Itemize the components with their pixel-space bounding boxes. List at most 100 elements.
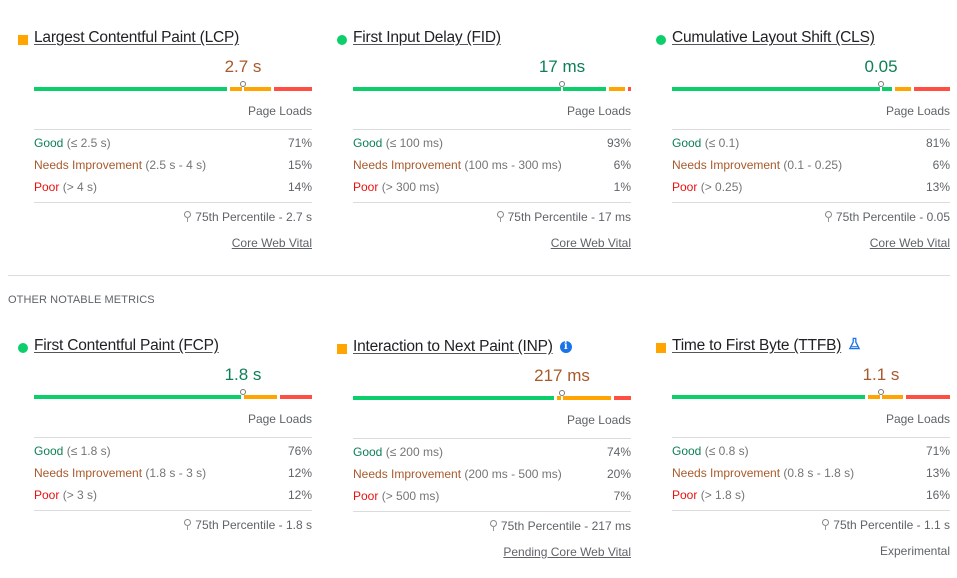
pin-icon	[822, 519, 830, 530]
distribution-row: Poor (> 1.8 s) 16%	[672, 488, 950, 504]
p75-marker-icon	[877, 389, 885, 401]
metric-header: Cumulative Layout Shift (CLS)	[656, 29, 950, 51]
distribution-row: Good (≤ 2.5 s) 71%	[34, 136, 312, 152]
needs-improvement-square-icon	[337, 344, 347, 354]
good-segment	[353, 87, 606, 91]
footer-link[interactable]: Core Web Vital	[232, 236, 312, 250]
distribution-label: Good	[34, 444, 64, 458]
needs-improvement-segment	[895, 87, 911, 91]
metric-value-text: 2.7 s	[224, 57, 262, 76]
metric-value-text: 217 ms	[534, 366, 590, 385]
info-icon[interactable]: i	[559, 340, 572, 353]
metric-title-text[interactable]: First Input Delay (FID)	[353, 29, 501, 46]
divider	[672, 202, 950, 203]
distribution-label: Good	[353, 445, 383, 459]
distribution-label: Poor	[672, 180, 698, 194]
distribution-label: Good	[672, 444, 702, 458]
needs-improvement-segment	[868, 395, 903, 399]
metric-lcp: Largest Contentful Paint (LCP) 2.7 s Page …	[18, 29, 312, 250]
p75-marker-icon	[239, 81, 247, 93]
metric-header: Interaction to Next Paint (INP) i	[337, 338, 631, 360]
distribution-label: Poor	[353, 180, 379, 194]
metric-value-text: 0.05	[864, 57, 898, 76]
metric-title-link[interactable]: First Input Delay (FID)	[353, 29, 501, 47]
p75-text: 75th Percentile - 1.8 s	[195, 518, 312, 532]
distribution-range: (100 ms - 300 ms)	[464, 158, 562, 172]
metric-value: 17 ms	[353, 57, 631, 79]
needs-improvement-segment	[244, 395, 277, 399]
metric-header: Largest Contentful Paint (LCP)	[18, 29, 312, 51]
distribution-percent: 12%	[287, 466, 312, 480]
metric-title-text[interactable]: Cumulative Layout Shift (CLS)	[672, 29, 875, 46]
metric-value-text: 17 ms	[538, 57, 586, 76]
distribution-label: Good	[34, 136, 64, 150]
page-loads-label: Page Loads	[566, 104, 631, 118]
distribution-percent: 81%	[925, 136, 950, 150]
metric-title-link[interactable]: Cumulative Layout Shift (CLS)	[672, 29, 875, 47]
distribution-bar	[672, 81, 950, 93]
p75-label: 75th Percentile - 0.05	[824, 210, 950, 224]
distribution-row: Needs Improvement (200 ms - 500 ms) 20%	[353, 467, 631, 483]
p75-text: 75th Percentile - 217 ms	[500, 519, 631, 533]
distribution-row: Needs Improvement (1.8 s - 3 s) 12%	[34, 466, 312, 482]
distribution-bar	[353, 390, 631, 402]
metric-fcp: First Contentful Paint (FCP) 1.8 s Page Lo…	[18, 337, 312, 532]
pin-icon	[184, 211, 192, 222]
divider	[353, 202, 631, 203]
metric-title-link[interactable]: Interaction to Next Paint (INP) i	[353, 338, 572, 356]
distribution-row: Needs Improvement (100 ms - 300 ms) 6%	[353, 158, 631, 174]
good-segment	[672, 395, 865, 399]
distribution-percent: 71%	[925, 444, 950, 458]
footer-link[interactable]: Pending Core Web Vital	[503, 545, 631, 559]
p75-label: 75th Percentile - 2.7 s	[184, 210, 312, 224]
page-loads-label: Page Loads	[247, 412, 312, 426]
distribution-range: (≤ 2.5 s)	[66, 136, 111, 150]
metric-title-link[interactable]: Time to First Byte (TTFB)	[672, 337, 861, 355]
metric-title-link[interactable]: Largest Contentful Paint (LCP)	[34, 29, 239, 47]
distribution-bar	[672, 389, 950, 401]
metric-title-text[interactable]: Time to First Byte (TTFB)	[672, 337, 841, 354]
footer-link[interactable]: Core Web Vital	[870, 236, 950, 250]
distribution-percent: 6%	[613, 158, 631, 172]
footer-label: Experimental	[879, 544, 950, 558]
page-loads-label: Page Loads	[566, 413, 631, 427]
distribution-range: (≤ 1.8 s)	[66, 444, 111, 458]
distribution-range: (≤ 0.8 s)	[704, 444, 749, 458]
distribution-row: Poor (> 0.25) 13%	[672, 180, 950, 196]
distribution-range: (1.8 s - 3 s)	[145, 466, 207, 480]
p75-label: 75th Percentile - 17 ms	[496, 210, 631, 224]
pin-icon	[184, 519, 192, 530]
poor-segment	[280, 395, 312, 399]
page-loads-label: Page Loads	[885, 412, 950, 426]
metric-title-text[interactable]: First Contentful Paint (FCP)	[34, 337, 219, 354]
distribution-range: (> 1.8 s)	[700, 488, 746, 502]
metric-title-link[interactable]: First Contentful Paint (FCP)	[34, 337, 219, 355]
distribution-range: (> 4 s)	[62, 180, 98, 194]
distribution-row: Good (≤ 0.1) 81%	[672, 136, 950, 152]
pin-icon	[489, 520, 497, 531]
poor-segment	[906, 395, 950, 399]
metric-title-text[interactable]: Largest Contentful Paint (LCP)	[34, 29, 239, 46]
distribution-range: (≤ 100 ms)	[385, 136, 443, 150]
metric-title-text[interactable]: Interaction to Next Paint (INP)	[353, 338, 553, 355]
metric-value-text: 1.1 s	[862, 365, 900, 384]
distribution-label: Poor	[353, 489, 379, 503]
footer-link[interactable]: Core Web Vital	[551, 236, 631, 250]
distribution-percent: 93%	[606, 136, 631, 150]
section-heading: OTHER NOTABLE METRICS	[8, 294, 155, 306]
p75-text: 75th Percentile - 2.7 s	[195, 210, 312, 224]
needs-improvement-segment	[609, 87, 625, 91]
good-segment	[672, 87, 892, 91]
flask-icon[interactable]	[848, 337, 861, 355]
distribution-row: Good (≤ 100 ms) 93%	[353, 136, 631, 152]
distribution-bar	[353, 81, 631, 93]
p75-marker-icon	[558, 390, 566, 402]
p75-text: 75th Percentile - 1.1 s	[833, 518, 950, 532]
metric-fid: First Input Delay (FID) 17 ms Page Loads Go…	[337, 29, 631, 250]
good-circle-icon	[656, 35, 666, 45]
poor-segment	[614, 396, 631, 400]
distribution-percent: 13%	[925, 466, 950, 480]
metric-value: 1.8 s	[34, 365, 312, 387]
distribution-row: Poor (> 500 ms) 7%	[353, 489, 631, 505]
divider	[672, 129, 950, 130]
